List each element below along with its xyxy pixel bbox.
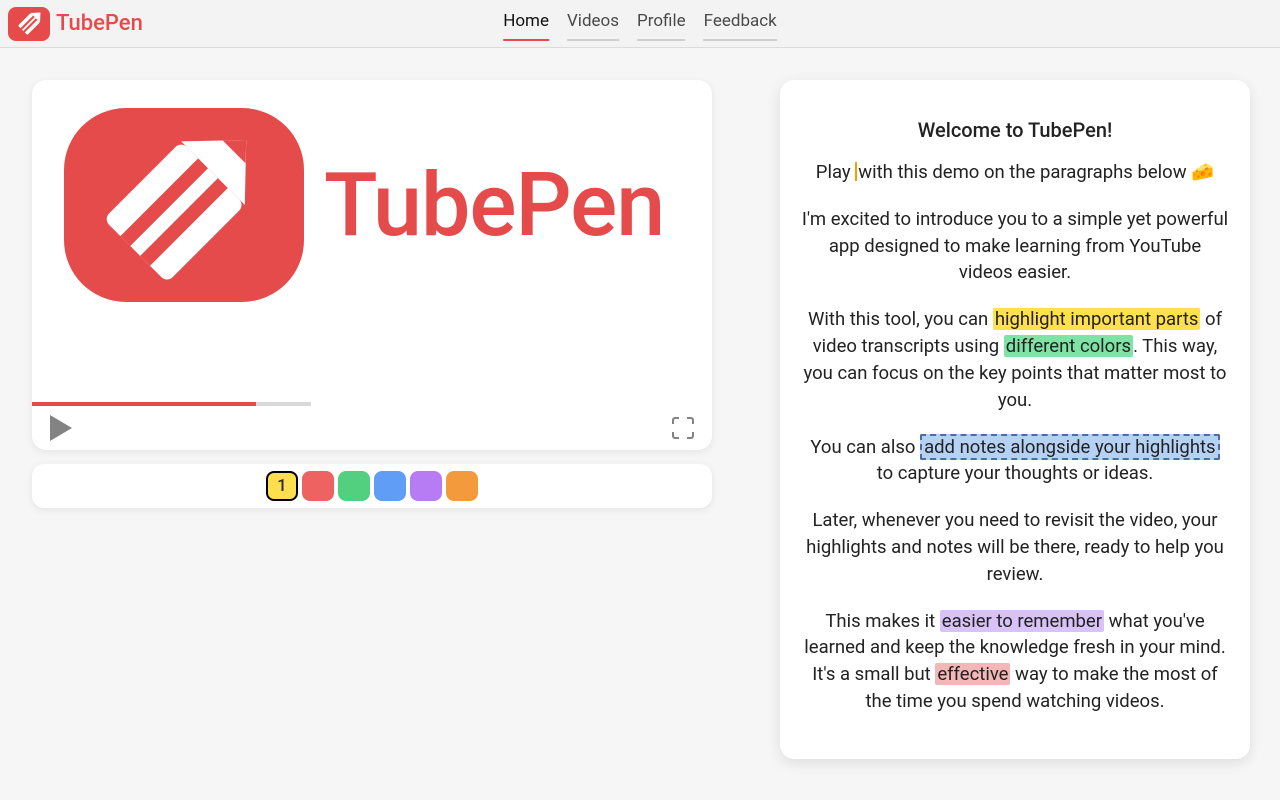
- swatch-red[interactable]: [302, 471, 334, 501]
- swatch-orange[interactable]: [446, 471, 478, 501]
- highlight-purple[interactable]: easier to remember: [940, 610, 1104, 632]
- panel-title: Welcome to TubePen!: [800, 116, 1230, 145]
- panel-p2[interactable]: With this tool, you can highlight import…: [800, 306, 1230, 413]
- nav-videos[interactable]: Videos: [567, 7, 619, 41]
- panel-p1[interactable]: I'm excited to introduce you to a simple…: [800, 206, 1230, 286]
- video-logo-icon: [64, 108, 304, 302]
- pencil-icon: [99, 130, 269, 280]
- swatch-count: 1: [277, 476, 287, 496]
- swatch-green[interactable]: [338, 471, 370, 501]
- text-caret: [855, 162, 857, 181]
- panel-intro[interactable]: Play with this demo on the paragraphs be…: [800, 159, 1230, 186]
- brand[interactable]: TubePen: [8, 7, 143, 41]
- highlight-pink[interactable]: effective: [935, 663, 1010, 685]
- highlight-green[interactable]: different colors: [1004, 335, 1133, 357]
- swatch-yellow[interactable]: 1: [266, 471, 298, 501]
- panel-p3[interactable]: You can also add notes alongside your hi…: [800, 434, 1230, 488]
- pencil-icon: [14, 11, 44, 37]
- nav-profile[interactable]: Profile: [637, 7, 686, 41]
- main-nav: Home Videos Profile Feedback: [503, 7, 777, 41]
- highlight-blue[interactable]: add notes alongside your highlights: [920, 434, 1220, 460]
- nav-home[interactable]: Home: [503, 7, 549, 41]
- panel-p5[interactable]: This makes it easier to remember what yo…: [800, 608, 1230, 715]
- nav-feedback[interactable]: Feedback: [704, 7, 777, 41]
- swatch-blue[interactable]: [374, 471, 406, 501]
- video-brand-name: TubePen: [324, 154, 664, 257]
- swatch-purple[interactable]: [410, 471, 442, 501]
- top-bar: TubePen Home Videos Profile Feedback: [0, 0, 1280, 48]
- video-card: TubePen: [32, 80, 712, 450]
- welcome-panel: Welcome to TubePen! Play with this demo …: [780, 80, 1250, 759]
- color-swatch-bar: 1: [32, 464, 712, 508]
- fullscreen-icon[interactable]: [672, 417, 694, 439]
- logo-icon: [8, 7, 50, 41]
- play-icon[interactable]: [50, 415, 72, 441]
- brand-name: TubePen: [56, 11, 143, 36]
- highlight-yellow[interactable]: highlight important parts: [993, 308, 1201, 330]
- panel-p4[interactable]: Later, whenever you need to revisit the …: [800, 507, 1230, 587]
